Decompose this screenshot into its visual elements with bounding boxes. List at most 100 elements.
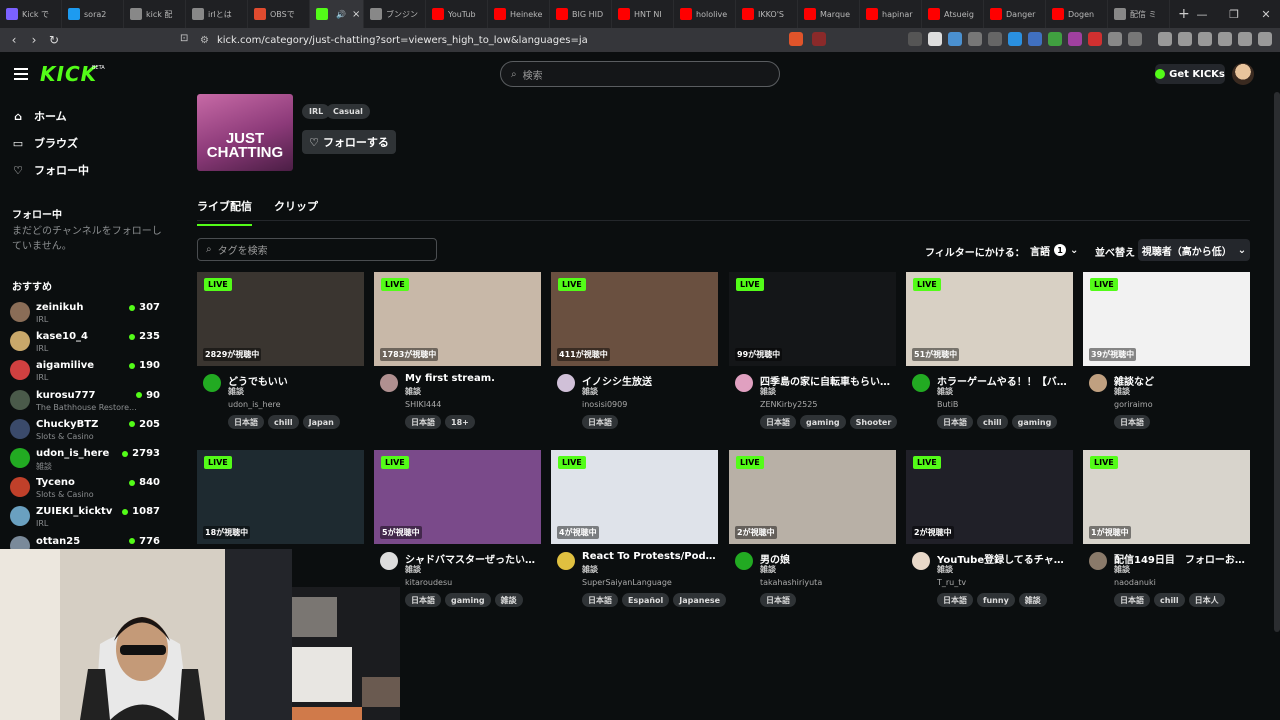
stream-tag[interactable]: 日本語	[1114, 593, 1150, 607]
stream-card[interactable]: LIVE 2が視聴中 YouTube登録してるチャンネル 雑談 T_ru_tv …	[906, 450, 1073, 620]
stream-card[interactable]: LIVE 2829が視聴中 どうでもいい 雑談 udon_is_here 日本語…	[197, 272, 364, 442]
stream-category[interactable]: 雑談	[760, 386, 776, 397]
browser-tab[interactable]: hapinar	[860, 0, 922, 28]
extension-icon[interactable]	[908, 32, 922, 46]
sidebar-channel[interactable]: udon_is_here 雑談 2793	[10, 444, 160, 472]
stream-thumbnail[interactable]: LIVE 2が視聴中	[906, 450, 1073, 544]
streamer-avatar[interactable]	[557, 374, 575, 392]
streamer-avatar[interactable]	[1089, 374, 1107, 392]
stream-card[interactable]: LIVE 39が視聴中 雑談など 雑談 goriraimo 日本語	[1083, 272, 1250, 442]
vpn-icon[interactable]	[1238, 32, 1252, 46]
stream-thumbnail[interactable]: LIVE 51が視聴中	[906, 272, 1073, 366]
bookmark-icon[interactable]: ⊡	[180, 33, 188, 44]
stream-category[interactable]: 雑談	[1114, 386, 1130, 397]
browser-tab[interactable]: Marque	[798, 0, 860, 28]
extension-icon[interactable]	[968, 32, 982, 46]
browser-tab[interactable]: Dogen	[1046, 0, 1108, 28]
stream-card[interactable]: LIVE 2が視聴中 男の娘 雑談 takahashiriyuta 日本語	[729, 450, 896, 620]
stream-card[interactable]: LIVE 51が視聴中 ホラーゲームやる！！【バイオ】 雑談 ButiB 日本語…	[906, 272, 1073, 442]
sidebar-channel[interactable]: kase10_4 IRL 235	[10, 327, 160, 355]
streamer-name[interactable]: takahashiriyuta	[760, 578, 822, 587]
stream-card[interactable]: LIVE 1783が視聴中 My first stream. 雑談 SHIKI4…	[374, 272, 541, 442]
browser-tab[interactable]: sora2	[62, 0, 124, 28]
page-scrollbar[interactable]	[1274, 92, 1280, 632]
minimize-icon[interactable]: —	[1186, 0, 1218, 28]
stream-tag[interactable]: 日本語	[582, 593, 618, 607]
stream-thumbnail[interactable]: LIVE 39が視聴中	[1083, 272, 1250, 366]
leo-icon[interactable]	[1218, 32, 1232, 46]
tag-search-input[interactable]: ⌕ タグを検索	[197, 238, 437, 261]
extension-icon[interactable]	[928, 32, 942, 46]
stream-category[interactable]: 雑談	[937, 386, 953, 397]
browser-tab[interactable]: HNT NI	[612, 0, 674, 28]
extension-icon[interactable]	[1128, 32, 1142, 46]
stream-thumbnail[interactable]: LIVE 1783が視聴中	[374, 272, 541, 366]
streamer-avatar[interactable]	[557, 552, 575, 570]
stream-category[interactable]: 雑談	[405, 564, 421, 575]
user-avatar[interactable]	[1232, 63, 1254, 85]
stream-thumbnail[interactable]: LIVE 18が視聴中	[197, 450, 364, 544]
brave-shield-icon[interactable]	[789, 32, 803, 46]
stream-tag[interactable]: 18+	[445, 415, 475, 429]
streamer-name[interactable]: kitaroudesu	[405, 578, 452, 587]
stream-tag[interactable]: 日本人	[1188, 593, 1225, 607]
stream-title[interactable]: 配信149日目 フォローお願いします	[1114, 551, 1248, 566]
streamer-name[interactable]: goriraimo	[1114, 400, 1153, 409]
stream-title[interactable]: 男の娘	[760, 551, 894, 566]
stream-tag[interactable]: gaming	[1011, 415, 1058, 429]
stream-category[interactable]: 雑談	[582, 564, 598, 575]
sidebar-channel[interactable]: ZUIEKI_kicktv IRL 1087	[10, 502, 160, 530]
streamer-name[interactable]: SuperSaiyanLanguage	[582, 578, 672, 587]
streamer-avatar[interactable]	[1089, 552, 1107, 570]
site-info-icon[interactable]: ⚙	[200, 35, 209, 46]
sidebar-item-browse[interactable]: ▭ ブラウズ	[12, 133, 78, 153]
stream-category[interactable]: 雑談	[405, 386, 421, 397]
sidebar-channel[interactable]: kurosu777 The Bathhouse Restore... 90	[10, 386, 160, 414]
stream-tag[interactable]: 日本語	[760, 415, 796, 429]
streamer-avatar[interactable]	[735, 552, 753, 570]
stream-tag[interactable]: funny	[977, 593, 1015, 607]
stream-tag[interactable]: chill	[268, 415, 299, 429]
sidebar-item-following[interactable]: ♡ フォロー中	[12, 160, 89, 180]
close-window-icon[interactable]: ✕	[1250, 0, 1280, 28]
stream-tag[interactable]: gaming	[445, 593, 491, 607]
stream-tag[interactable]: 雑談	[1018, 593, 1047, 607]
stream-title[interactable]: 雑談など	[1114, 373, 1248, 388]
category-tag[interactable]: Casual	[326, 104, 370, 119]
extension-icon[interactable]	[1048, 32, 1062, 46]
stream-thumbnail[interactable]: LIVE 99が視聴中	[729, 272, 896, 366]
stream-thumbnail[interactable]: LIVE 4が視聴中	[551, 450, 718, 544]
stream-tag[interactable]: 日本語	[228, 415, 264, 429]
tab-live[interactable]: ライブ配信	[197, 198, 252, 226]
stream-tag[interactable]: chill	[1154, 593, 1185, 607]
browser-tab[interactable]: irlとは	[186, 0, 248, 28]
stream-tag[interactable]: 日本語	[405, 593, 441, 607]
audio-icon[interactable]: 🔊	[336, 10, 346, 19]
stream-thumbnail[interactable]: LIVE 5が視聴中	[374, 450, 541, 544]
stream-title[interactable]: シャドバマスターぜったいなる	[405, 551, 539, 566]
stream-tag[interactable]: Shooter	[849, 415, 898, 429]
extension-icon[interactable]	[948, 32, 962, 46]
follow-category-button[interactable]: ♡ フォローする	[302, 130, 396, 154]
stream-tag[interactable]: 日本語	[937, 415, 973, 429]
streamer-avatar[interactable]	[380, 374, 398, 392]
browser-tab[interactable]: Heineke	[488, 0, 550, 28]
sort-dropdown[interactable]: 視聴者（高から低） ⌄	[1138, 239, 1250, 261]
stream-tag[interactable]: Japan	[302, 415, 340, 429]
wallet-icon[interactable]	[1198, 32, 1212, 46]
streamer-name[interactable]: SHIKI444	[405, 400, 441, 409]
browser-tab[interactable]: kick 配	[124, 0, 186, 28]
stream-category[interactable]: 雑談	[937, 564, 953, 575]
get-kicks-button[interactable]: Get KICKs	[1155, 64, 1225, 84]
stream-title[interactable]: 四季島の家に自転車もらいに行く	[760, 373, 894, 388]
stream-thumbnail[interactable]: LIVE 411が視聴中	[551, 272, 718, 366]
hamburger-menu-icon[interactable]	[14, 68, 28, 80]
sidebar-icon[interactable]	[1178, 32, 1192, 46]
browser-tab[interactable]: Danger	[984, 0, 1046, 28]
forward-icon[interactable]: ›	[24, 33, 44, 47]
back-icon[interactable]: ‹	[4, 33, 24, 47]
search-input[interactable]: ⌕ 検索	[500, 61, 780, 87]
streamer-name[interactable]: udon_is_here	[228, 400, 281, 409]
stream-category[interactable]: 雑談	[760, 564, 776, 575]
close-tab-icon[interactable]: ×	[352, 9, 360, 20]
